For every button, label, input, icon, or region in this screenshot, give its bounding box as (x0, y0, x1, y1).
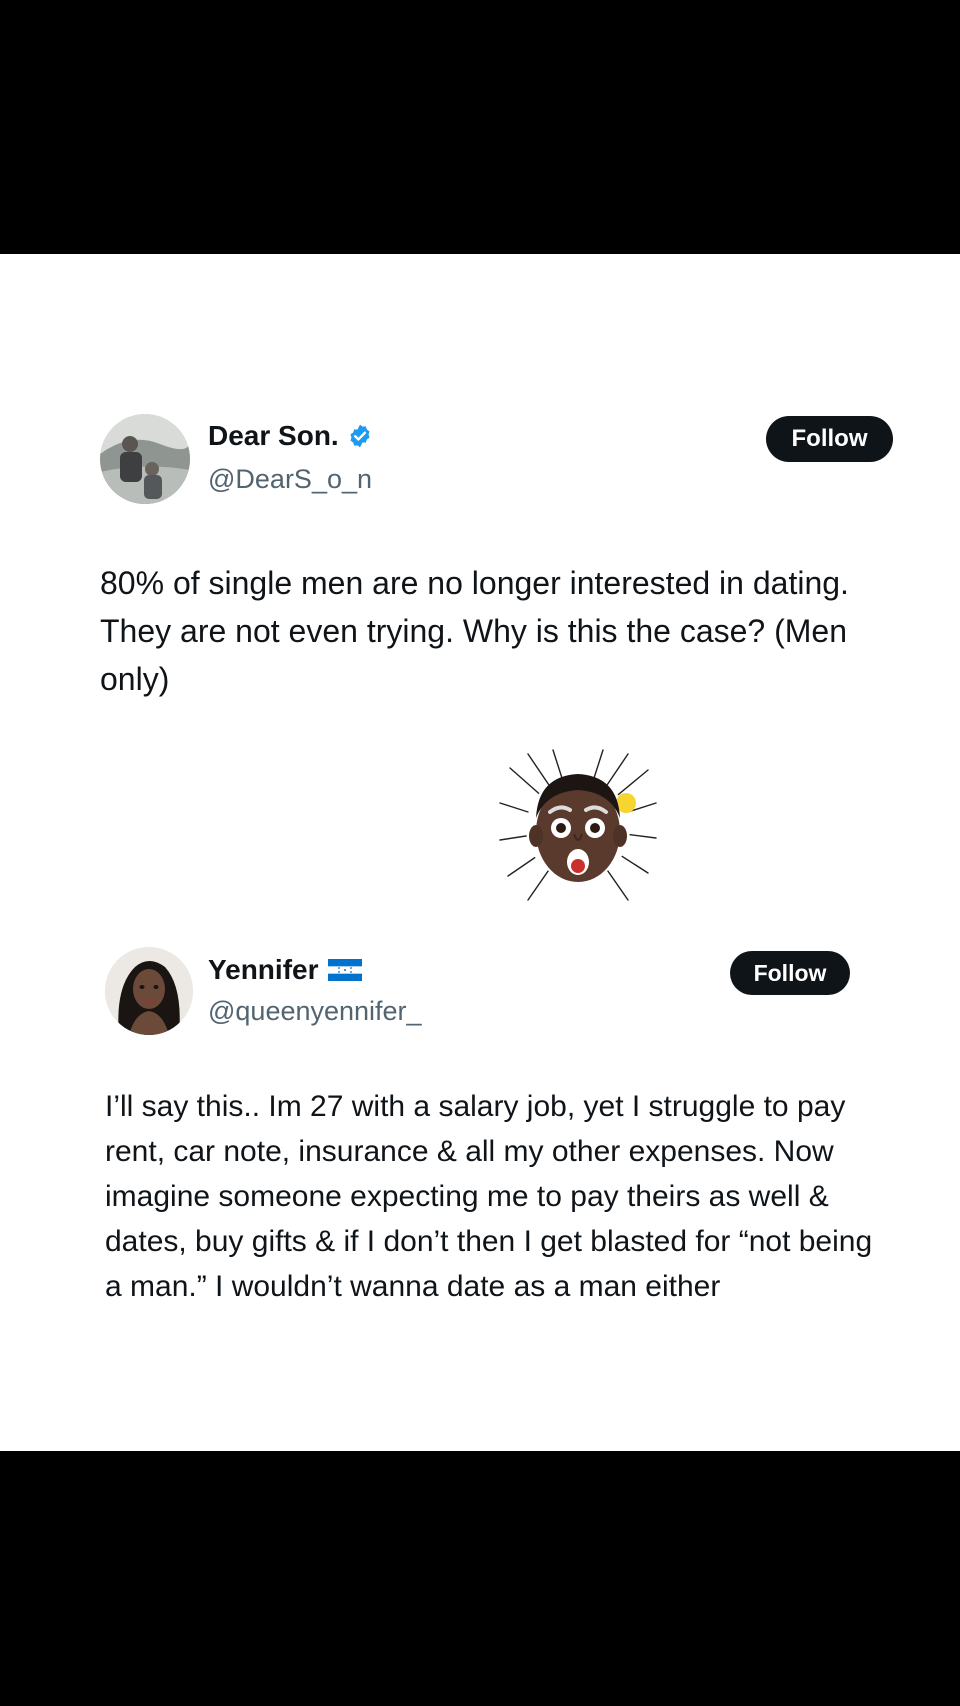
honduras-flag-icon (328, 959, 363, 981)
screenshot-frame: Dear Son. @DearS_o_n Follow 80% of singl… (0, 0, 960, 1706)
tweet2-author[interactable]: Yennifer (208, 954, 363, 986)
tweet2-follow-button[interactable]: Follow (730, 951, 850, 995)
tweet1-handle[interactable]: @DearS_o_n (208, 464, 372, 495)
verified-badge-icon (350, 424, 370, 448)
tweet2-text: I’ll say this.. Im 27 with a salary job,… (105, 1090, 873, 1303)
tweet2-display-name[interactable]: Yennifer (208, 954, 318, 986)
tweet1-follow-button[interactable]: Follow (766, 416, 893, 462)
dear-son-avatar[interactable] (100, 414, 190, 504)
tweet1-display-name[interactable]: Dear Son. (208, 420, 339, 452)
tweet2-handle[interactable]: @queenyennifer_ (208, 996, 422, 1027)
yennifer-avatar[interactable] (105, 947, 193, 1035)
tweet1-author[interactable]: Dear Son. (208, 420, 373, 452)
tweet-card: Dear Son. @DearS_o_n Follow 80% of singl… (0, 254, 960, 1451)
tweet1-text: 80% of single men are no longer interest… (100, 565, 849, 697)
shocked-memoji-icon (499, 749, 657, 901)
